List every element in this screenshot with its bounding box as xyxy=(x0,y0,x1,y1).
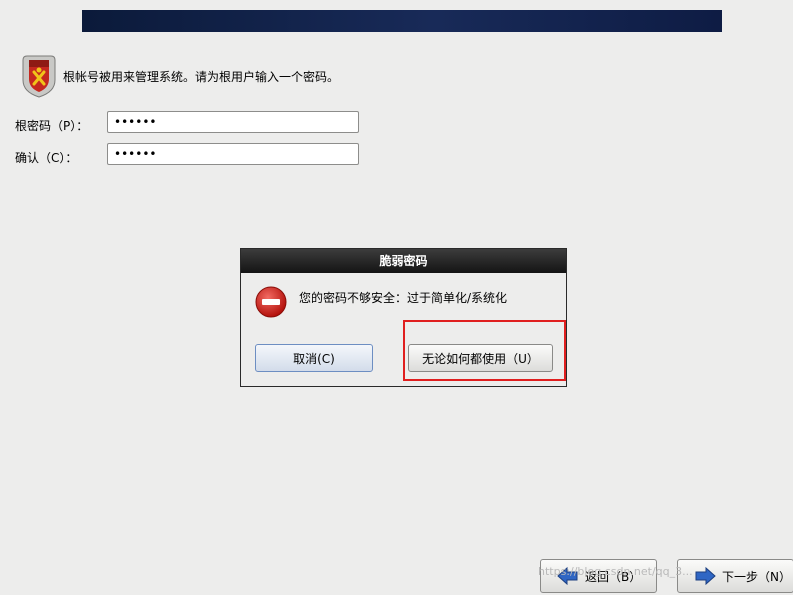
weak-password-dialog: 脆弱密码 您的密码不够安全：过于简单化/系统化 取消(C) 无论如何都使用（U） xyxy=(240,248,567,387)
root-password-label: 根密码（P）： xyxy=(15,119,89,133)
top-banner xyxy=(82,10,722,32)
watermark: https://blog.csdn.net/qq_3... xyxy=(538,565,693,578)
shield-icon xyxy=(22,55,56,98)
use-anyway-button[interactable]: 无论如何都使用（U） xyxy=(408,344,553,372)
dialog-title: 脆弱密码 xyxy=(241,249,566,273)
arrow-right-icon xyxy=(695,566,716,586)
confirm-password-label: 确认（C）： xyxy=(15,151,78,165)
next-button[interactable]: 下一步（N） xyxy=(677,559,793,593)
next-button-label: 下一步（N） xyxy=(722,569,791,584)
root-password-input[interactable] xyxy=(107,111,359,133)
intro-message: 根帐号被用来管理系统。请为根用户输入一个密码。 xyxy=(63,70,340,84)
confirm-password-input[interactable] xyxy=(107,143,359,165)
dialog-message: 您的密码不够安全：过于简单化/系统化 xyxy=(299,291,508,305)
error-icon xyxy=(255,286,287,318)
cancel-button[interactable]: 取消(C) xyxy=(255,344,373,372)
